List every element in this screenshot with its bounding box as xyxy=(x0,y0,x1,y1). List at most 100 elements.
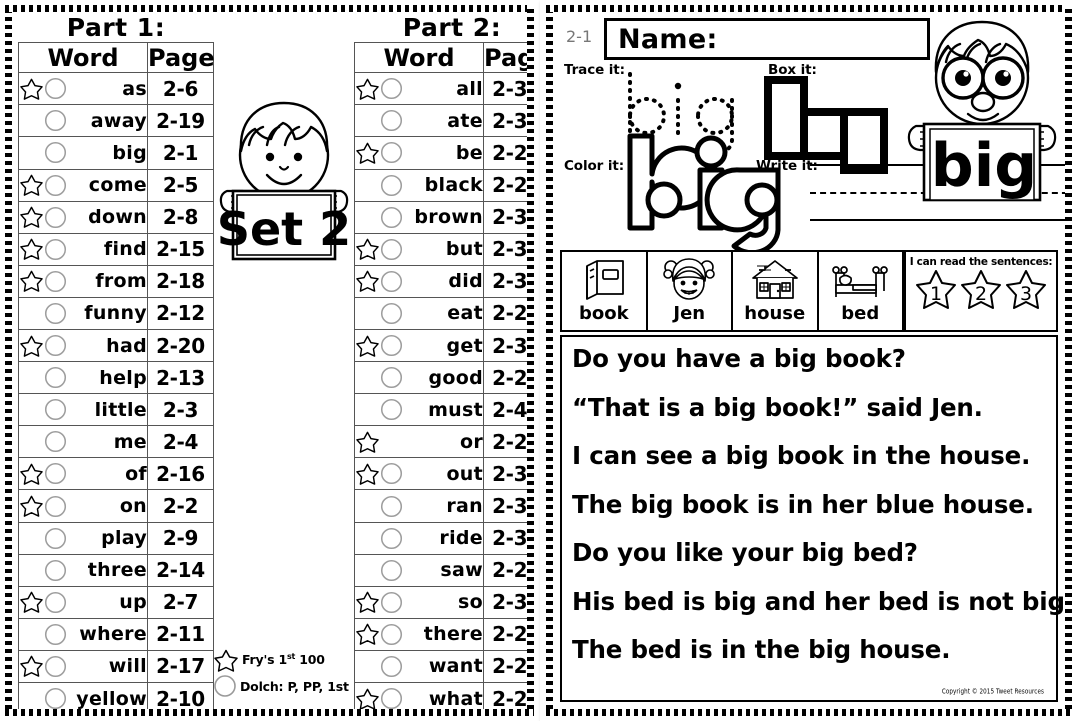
table-row[interactable]: will 2-17 xyxy=(18,649,214,684)
table-row[interactable]: of 2-16 xyxy=(18,457,214,491)
table-row[interactable]: where 2-11 xyxy=(18,617,214,651)
row-markers[interactable] xyxy=(355,366,403,390)
table-row[interactable]: saw2-28 xyxy=(354,553,527,587)
word-cell[interactable]: there xyxy=(354,617,484,651)
word-cell[interactable]: will xyxy=(18,649,148,684)
table-row[interactable]: help 2-13 xyxy=(18,361,214,395)
word-cell[interactable]: me xyxy=(18,425,148,459)
table-row[interactable]: ran2-33 xyxy=(354,489,527,523)
row-markers[interactable] xyxy=(19,494,67,518)
table-row[interactable]: three 2-14 xyxy=(18,553,214,587)
picture-card[interactable]: bed xyxy=(819,252,904,330)
row-markers[interactable] xyxy=(19,687,67,709)
row-markers[interactable] xyxy=(19,430,67,454)
word-cell[interactable]: ate xyxy=(354,104,484,138)
row-markers[interactable] xyxy=(19,301,67,325)
word-cell[interactable]: down xyxy=(18,200,148,234)
row-markers[interactable] xyxy=(355,334,403,358)
table-row[interactable]: ride2-36 xyxy=(354,521,527,555)
word-cell[interactable]: from xyxy=(18,264,148,298)
row-markers[interactable] xyxy=(355,77,403,101)
row-markers[interactable] xyxy=(19,237,67,261)
word-cell[interactable]: saw xyxy=(354,553,484,587)
row-markers[interactable] xyxy=(19,398,67,422)
row-markers[interactable] xyxy=(355,526,403,550)
row-markers[interactable] xyxy=(355,173,403,197)
table-row[interactable]: good2-26 xyxy=(354,361,527,395)
table-row[interactable]: as 2-6 xyxy=(18,72,214,106)
row-markers[interactable] xyxy=(19,462,67,486)
table-row[interactable]: what2-22 xyxy=(354,682,527,709)
name-field[interactable]: Name: xyxy=(604,18,930,60)
word-cell[interactable]: as xyxy=(18,72,148,106)
row-markers[interactable] xyxy=(355,654,403,678)
table-row[interactable]: did2-31 xyxy=(354,264,527,298)
word-cell[interactable]: come xyxy=(18,168,148,202)
word-cell[interactable]: brown xyxy=(354,200,484,234)
table-row[interactable]: yellow 2-10 xyxy=(18,682,214,709)
word-cell[interactable]: where xyxy=(18,617,148,651)
table-row[interactable]: on 2-2 xyxy=(18,489,214,523)
row-markers[interactable] xyxy=(19,654,67,678)
row-markers[interactable] xyxy=(355,205,403,229)
word-cell[interactable]: away xyxy=(18,104,148,138)
read-check-star[interactable]: 2 xyxy=(959,269,1003,316)
word-cell[interactable]: on xyxy=(18,489,148,523)
row-markers[interactable] xyxy=(19,269,67,293)
row-markers[interactable] xyxy=(355,494,403,518)
word-cell[interactable]: what xyxy=(354,682,484,709)
word-cell[interactable]: out xyxy=(354,457,484,491)
row-markers[interactable] xyxy=(19,205,67,229)
table-row[interactable]: brown2-39 xyxy=(354,200,527,234)
word-cell[interactable]: eat xyxy=(354,296,484,331)
table-row[interactable]: me 2-4 xyxy=(18,425,214,459)
table-row[interactable]: want2-23 xyxy=(354,649,527,684)
word-cell[interactable]: three xyxy=(18,553,148,587)
table-row[interactable]: there2-25 xyxy=(354,617,527,651)
word-cell[interactable]: be xyxy=(354,136,484,170)
row-markers[interactable] xyxy=(355,462,403,486)
table-row[interactable]: from 2-18 xyxy=(18,264,214,298)
row-markers[interactable] xyxy=(355,558,403,582)
row-markers[interactable] xyxy=(355,269,403,293)
word-cell[interactable]: help xyxy=(18,361,148,395)
row-markers[interactable] xyxy=(355,687,403,709)
table-row[interactable]: little 2-3 xyxy=(18,393,214,427)
picture-card[interactable]: book xyxy=(562,252,648,330)
word-cell[interactable]: black xyxy=(354,168,484,202)
table-row[interactable]: eat2-29 xyxy=(354,296,527,331)
word-cell[interactable]: so xyxy=(354,585,484,619)
table-row[interactable]: play 2-9 xyxy=(18,521,214,555)
word-cell[interactable]: or xyxy=(354,425,484,459)
read-check-star[interactable]: 3 xyxy=(1004,269,1048,316)
table-row[interactable]: find 2-15 xyxy=(18,232,214,266)
table-row[interactable]: black2-21 xyxy=(354,168,527,202)
word-cell[interactable]: want xyxy=(354,649,484,684)
word-cell[interactable]: get xyxy=(354,328,484,363)
table-row[interactable]: big 2-1 xyxy=(18,136,214,170)
table-row[interactable]: funny 2-12 xyxy=(18,296,214,331)
word-cell[interactable]: good xyxy=(354,361,484,395)
word-cell[interactable]: of xyxy=(18,457,148,491)
row-markers[interactable] xyxy=(355,430,380,454)
word-cell[interactable]: funny xyxy=(18,296,148,331)
table-row[interactable]: so2-38 xyxy=(354,585,527,619)
picture-card[interactable]: house xyxy=(733,252,819,330)
table-row[interactable]: be2-24 xyxy=(354,136,527,170)
table-row[interactable]: up 2-7 xyxy=(18,585,214,619)
table-row[interactable]: but2-32 xyxy=(354,232,527,266)
row-markers[interactable] xyxy=(355,622,403,646)
read-check-star[interactable]: 1 xyxy=(914,269,958,316)
word-cell[interactable]: big xyxy=(18,136,148,170)
table-row[interactable]: must2-40 xyxy=(354,393,527,427)
table-row[interactable]: or2-27 xyxy=(354,425,527,459)
word-cell[interactable]: must xyxy=(354,393,484,427)
row-markers[interactable] xyxy=(19,366,67,390)
word-cell[interactable]: play xyxy=(18,521,148,555)
word-cell[interactable]: find xyxy=(18,232,148,266)
row-markers[interactable] xyxy=(19,558,67,582)
word-cell[interactable]: ride xyxy=(354,521,484,555)
table-row[interactable]: get2-35 xyxy=(354,328,527,363)
row-markers[interactable] xyxy=(355,301,403,325)
word-cell[interactable]: up xyxy=(18,585,148,619)
